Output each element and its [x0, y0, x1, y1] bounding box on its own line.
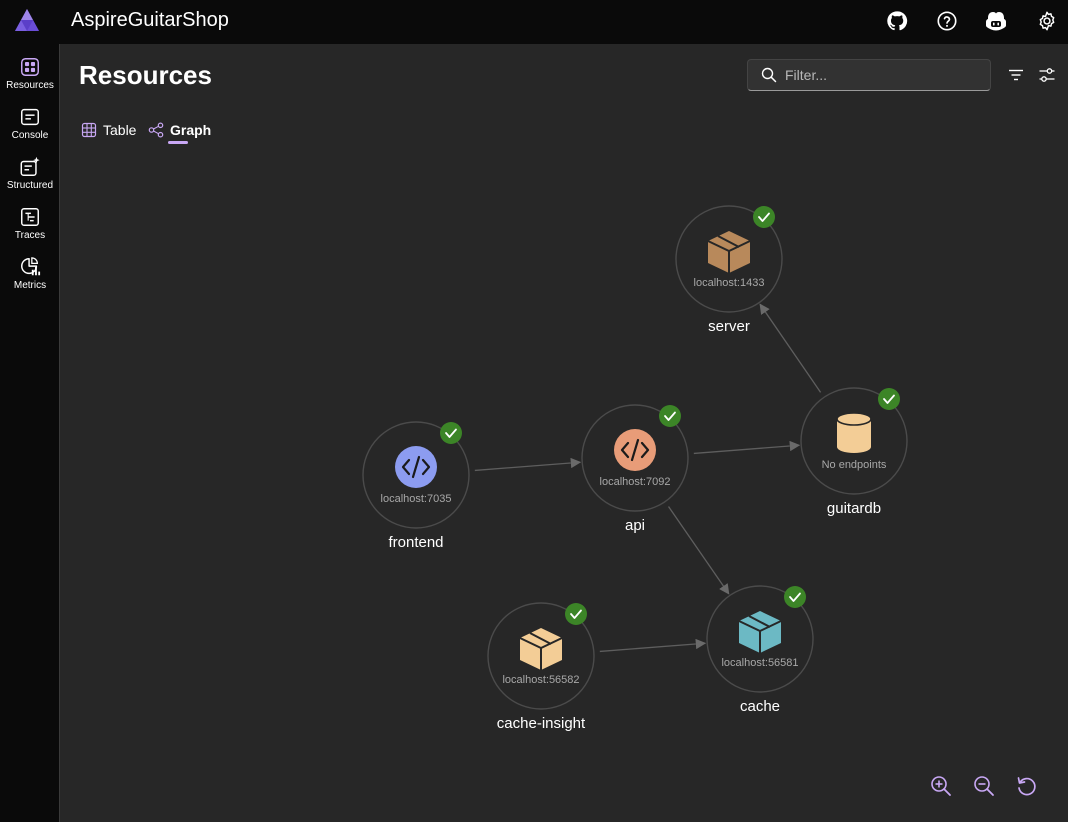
node-name: api — [625, 517, 645, 534]
project-icon — [395, 446, 437, 488]
zoom-in-button[interactable] — [929, 774, 953, 798]
node-endpoint[interactable]: localhost:56581 — [721, 657, 798, 669]
filter-input[interactable] — [785, 67, 975, 83]
nav-label: Structured — [6, 180, 54, 191]
github-icon[interactable] — [885, 9, 909, 33]
edge-api-to-cache — [667, 506, 730, 595]
resource-node-api[interactable]: localhost:7092 api — [581, 404, 689, 534]
reset-view-button[interactable] — [1014, 774, 1038, 798]
edge-guitardb-to-server — [759, 303, 822, 393]
nav-item-console[interactable]: Console — [0, 100, 60, 148]
filter-options-button[interactable] — [1005, 64, 1027, 86]
nav-item-metrics[interactable]: Metrics — [0, 250, 60, 298]
resource-node-server[interactable]: localhost:1433 server — [675, 205, 783, 335]
active-tab-indicator — [168, 141, 188, 144]
traces-icon — [21, 208, 39, 226]
reset-view-icon — [1017, 777, 1036, 796]
nav-label: Traces — [14, 230, 46, 241]
nav-rail: Resources Console Structured Traces Metr… — [0, 44, 60, 822]
node-endpoint[interactable]: localhost:7035 — [381, 493, 452, 505]
nav-item-structured[interactable]: Structured — [0, 150, 60, 198]
status-check-icon — [784, 586, 806, 608]
console-icon — [21, 108, 39, 126]
project-icon — [614, 429, 656, 471]
structured-logs-icon — [20, 156, 40, 176]
node-endpoint[interactable]: localhost:1433 — [694, 277, 765, 289]
status-check-icon — [565, 603, 587, 625]
status-check-icon — [440, 422, 462, 444]
resource-node-frontend[interactable]: localhost:7035 frontend — [362, 421, 470, 551]
node-name: cache-insight — [497, 715, 586, 732]
sliders-icon — [1039, 68, 1055, 82]
zoom-out-button[interactable] — [972, 774, 996, 798]
table-icon — [81, 122, 97, 138]
search-icon — [761, 67, 777, 83]
nav-item-resources[interactable]: Resources — [0, 50, 60, 98]
tab-label: Table — [103, 122, 137, 138]
edge-api-to-guitardb — [693, 440, 801, 455]
aspire-logo-icon[interactable] — [14, 8, 40, 32]
filter-box[interactable] — [747, 59, 991, 91]
resource-node-guitardb[interactable]: No endpoints guitardb — [800, 387, 908, 517]
resource-node-cache[interactable]: localhost:56581 cache — [706, 585, 814, 715]
settings-icon[interactable] — [1035, 9, 1059, 33]
tab-label: Graph — [170, 122, 212, 138]
zoom-out-icon — [974, 776, 994, 796]
graph-icon — [148, 122, 164, 138]
resource-node-cache-insight[interactable]: localhost:56582 cache-insight — [487, 602, 595, 732]
help-icon[interactable] — [935, 9, 959, 33]
node-endpoint[interactable]: localhost:56582 — [502, 674, 579, 686]
metrics-icon — [21, 257, 41, 276]
status-check-icon — [753, 206, 775, 228]
database-icon — [836, 412, 872, 453]
node-name: cache — [740, 698, 780, 715]
nav-label: Resources — [6, 80, 54, 91]
resources-icon — [21, 58, 39, 76]
node-endpoint[interactable]: No endpoints — [822, 459, 887, 471]
top-bar: AspireGuitarShop — [0, 0, 1068, 44]
settings-sliders-button[interactable] — [1036, 64, 1058, 86]
page-title: Resources — [79, 60, 212, 90]
node-name: frontend — [388, 534, 443, 551]
zoom-in-icon — [931, 776, 951, 796]
node-name: guitardb — [827, 500, 881, 517]
nav-label: Console — [11, 130, 49, 141]
main-content: localhost:1433 server localhost:7035 fronte… — [61, 44, 1068, 822]
resource-graph[interactable]: localhost:1433 server localhost:7035 fronte… — [61, 44, 1068, 822]
tab-table[interactable]: Table — [81, 120, 136, 140]
filter-lines-icon — [1009, 69, 1023, 81]
node-endpoint[interactable]: localhost:7092 — [600, 476, 671, 488]
node-name: server — [708, 318, 750, 335]
tab-graph[interactable]: Graph — [148, 120, 211, 140]
nav-item-traces[interactable]: Traces — [0, 200, 60, 248]
app-title[interactable]: AspireGuitarShop — [71, 9, 229, 32]
status-check-icon — [659, 405, 681, 427]
edge-frontend-to-api — [474, 457, 582, 472]
status-check-icon — [878, 388, 900, 410]
edge-cache-insight-to-cache — [599, 638, 707, 653]
nav-label: Metrics — [13, 280, 47, 291]
copilot-icon[interactable] — [984, 9, 1008, 33]
